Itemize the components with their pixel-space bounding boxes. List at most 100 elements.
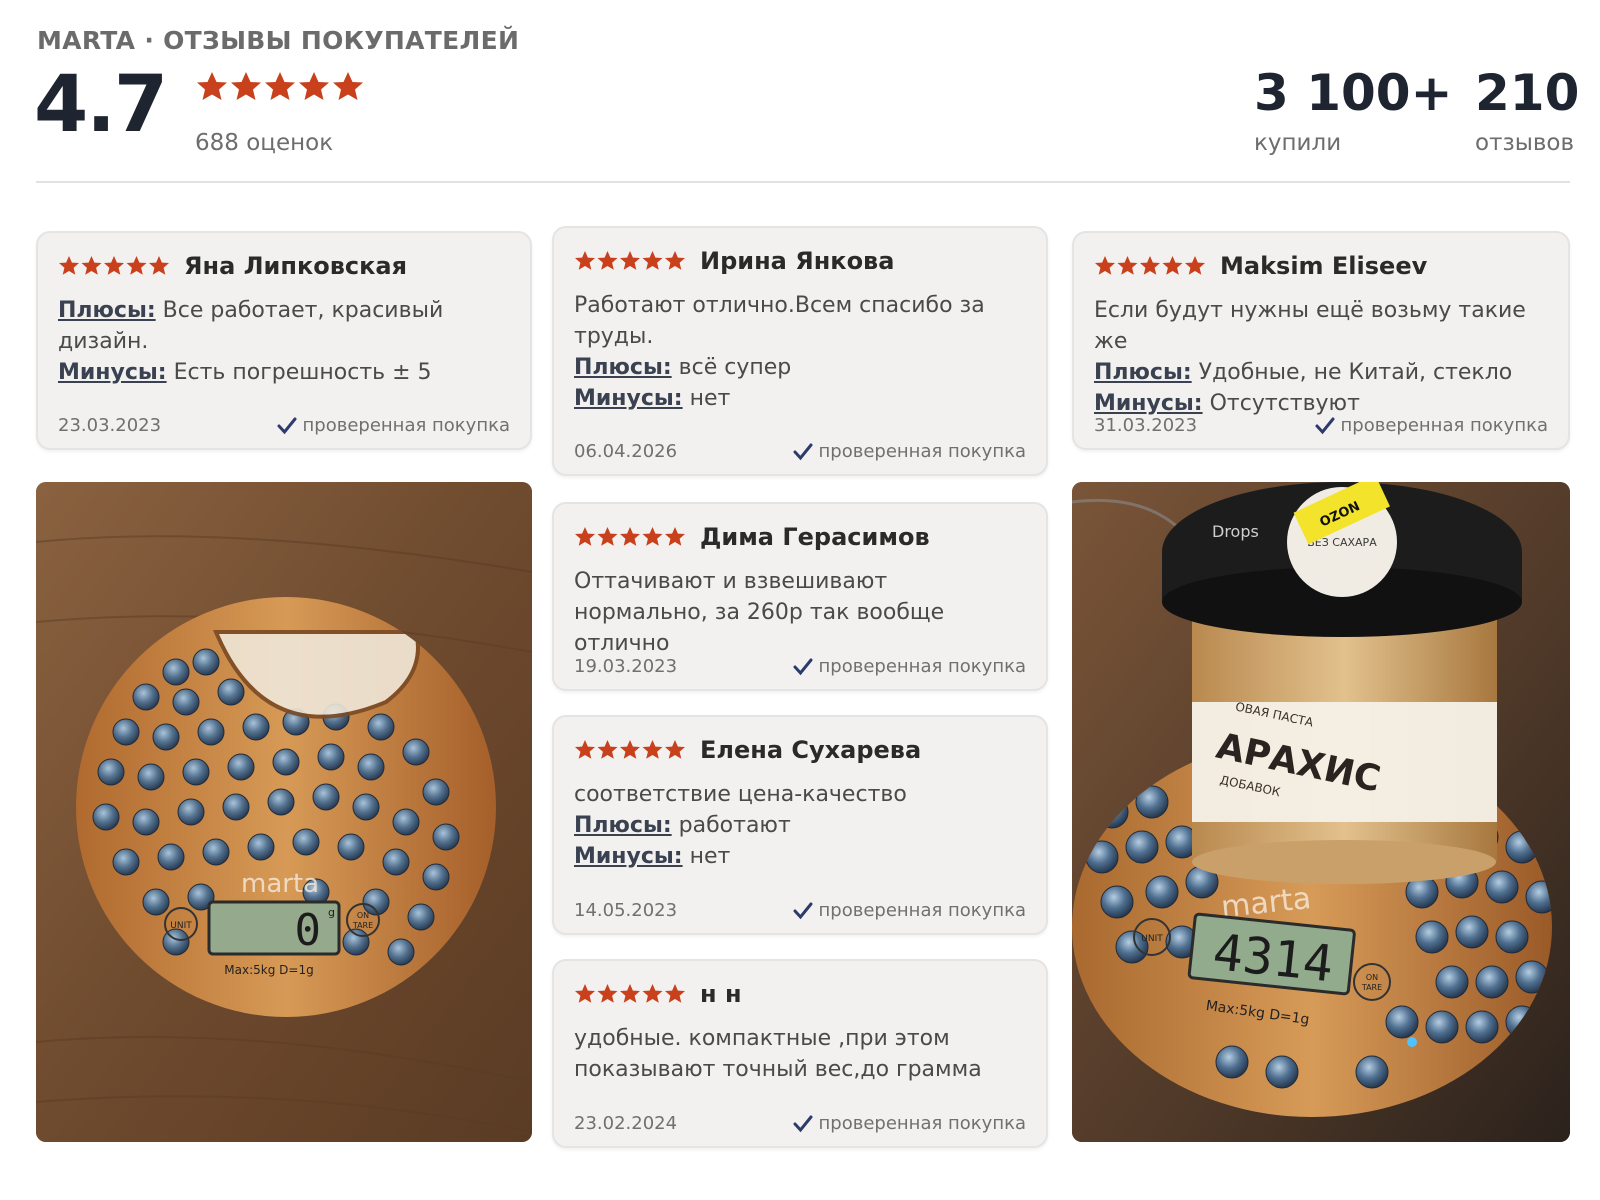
- star-icon: [333, 72, 363, 100]
- star-icon: [299, 72, 329, 100]
- verified-badge: проверенная покупка: [793, 656, 1026, 677]
- star-icon: [620, 527, 640, 546]
- star-icon: [575, 527, 595, 546]
- verified-badge: проверенная покупка: [793, 441, 1026, 462]
- review-card[interactable]: н н удобные. компактные ,при этом показы…: [552, 959, 1048, 1148]
- star-icon: [1095, 256, 1115, 275]
- review-date: 06.04.2026: [574, 441, 678, 462]
- review-stars: [58, 255, 170, 277]
- star-icon: [81, 256, 102, 275]
- cons-label: Минусы:: [1094, 391, 1203, 416]
- average-rating: 4.7: [34, 60, 168, 150]
- verified-badge: проверенная покупка: [793, 900, 1026, 921]
- pros-label: Плюсы:: [58, 298, 156, 323]
- scale-brand: marta: [241, 869, 319, 899]
- star-icon: [149, 256, 169, 275]
- review-photo-scale-empty[interactable]: marta 0 g UNIT ON TARE Max:5kg D=1g: [36, 482, 532, 1142]
- star-icon: [597, 984, 618, 1003]
- star-icon: [642, 984, 663, 1003]
- svg-text:TARE: TARE: [1361, 983, 1382, 992]
- pros-label: Плюсы:: [574, 355, 672, 380]
- review-pros: Плюсы: Удобные, не Китай, стекло: [1094, 357, 1548, 388]
- stat-bought: 3 100+ купили: [1254, 64, 1452, 156]
- stat-bought-value: 3 100+: [1254, 64, 1453, 122]
- review-pros: Плюсы: работают: [574, 810, 1026, 841]
- verified-label: проверенная покупка: [818, 656, 1026, 677]
- star-icon: [597, 251, 618, 270]
- star-icon: [597, 740, 618, 759]
- star-icon: [620, 251, 640, 270]
- cons-text: нет: [689, 844, 731, 869]
- review-card[interactable]: Яна Липковская Плюсы: Все работает, крас…: [36, 231, 532, 450]
- check-icon: [1315, 417, 1335, 434]
- reviewer-name: Дима Герасимов: [700, 523, 930, 551]
- scale-spec: Max:5kg D=1g: [224, 963, 313, 977]
- review-comment: Работают отлично.Всем спасибо за труды.: [574, 293, 985, 349]
- star-icon: [265, 72, 295, 100]
- cons-text: Есть погрешность ± 5: [173, 360, 432, 385]
- review-photo-scale-jar[interactable]: АРАХИС ОВАЯ ПАСТА ДОБАВОК БЕЗ САХАРА OZO…: [1072, 482, 1570, 1142]
- verified-label: проверенная покупка: [818, 441, 1026, 462]
- review-stars: [574, 250, 686, 272]
- review-date: 14.05.2023: [574, 900, 678, 921]
- cons-label: Минусы:: [58, 360, 167, 385]
- reviewer-name: Яна Липковская: [184, 252, 408, 280]
- star-icon: [59, 256, 79, 275]
- star-icon: [126, 256, 147, 275]
- review-date: 19.03.2023: [574, 656, 678, 677]
- review-pros: Плюсы: всё супер: [574, 352, 1026, 383]
- review-card[interactable]: Maksim Eliseev Если будут нужны ещё возь…: [1072, 231, 1570, 450]
- review-date: 23.02.2024: [574, 1113, 678, 1134]
- review-stars: [574, 739, 686, 761]
- check-icon: [793, 658, 813, 675]
- stat-reviews: 210 отзывов: [1475, 64, 1579, 156]
- star-icon: [642, 527, 663, 546]
- review-comment: Если будут нужны ещё возьму такие же: [1094, 298, 1526, 354]
- pros-text: всё супер: [678, 355, 792, 380]
- star-icon: [104, 256, 124, 275]
- pros-text: работают: [678, 813, 791, 838]
- star-icon: [1117, 256, 1138, 275]
- reviewer-name: н н: [700, 980, 742, 1008]
- review-stars: [574, 983, 686, 1005]
- star-icon: [665, 527, 685, 546]
- reviewer-name: Maksim Eliseev: [1220, 252, 1428, 280]
- scale-display-value: 0: [295, 905, 322, 956]
- star-icon: [575, 740, 595, 759]
- verified-badge: проверенная покупка: [1315, 415, 1548, 436]
- star-icon: [665, 251, 685, 270]
- review-cons: Минусы: Есть погрешность ± 5: [58, 357, 510, 388]
- page-title: MARTA · ОТЗЫВЫ ПОКУПАТЕЛЕЙ: [37, 26, 520, 55]
- review-card[interactable]: Ирина Янкова Работают отлично.Всем спаси…: [552, 226, 1048, 476]
- check-icon: [793, 443, 813, 460]
- check-icon: [277, 417, 297, 434]
- verified-label: проверенная покупка: [302, 415, 510, 436]
- star-icon: [665, 984, 685, 1003]
- cons-text: нет: [689, 386, 731, 411]
- review-date: 31.03.2023: [1094, 415, 1198, 436]
- cons-label: Минусы:: [574, 386, 683, 411]
- check-icon: [793, 1115, 813, 1132]
- header-divider: [36, 181, 1570, 183]
- star-icon: [665, 740, 685, 759]
- svg-text:UNIT: UNIT: [1141, 934, 1163, 944]
- star-icon: [620, 984, 640, 1003]
- verified-label: проверенная покупка: [818, 1113, 1026, 1134]
- svg-text:ON: ON: [1366, 973, 1378, 982]
- review-date: 23.03.2023: [58, 415, 162, 436]
- review-pros: Плюсы: Все работает, красивый дизайн.: [58, 295, 510, 357]
- svg-text:Drops: Drops: [1212, 522, 1259, 541]
- verified-label: проверенная покупка: [818, 900, 1026, 921]
- star-icon: [642, 740, 663, 759]
- star-icon: [575, 251, 595, 270]
- svg-text:g: g: [328, 906, 335, 919]
- review-card[interactable]: Дима Герасимов Оттачивают и взвешивают н…: [552, 502, 1048, 691]
- review-cons: Минусы: нет: [574, 841, 1026, 872]
- verified-badge: проверенная покупка: [793, 1113, 1026, 1134]
- stat-bought-label: купили: [1254, 130, 1342, 156]
- review-stars: [574, 526, 686, 548]
- star-icon: [575, 984, 595, 1003]
- review-card[interactable]: Елена Сухарева соответствие цена-качеств…: [552, 715, 1048, 935]
- ratings-count: 688 оценок: [195, 130, 334, 156]
- cons-label: Минусы:: [574, 844, 683, 869]
